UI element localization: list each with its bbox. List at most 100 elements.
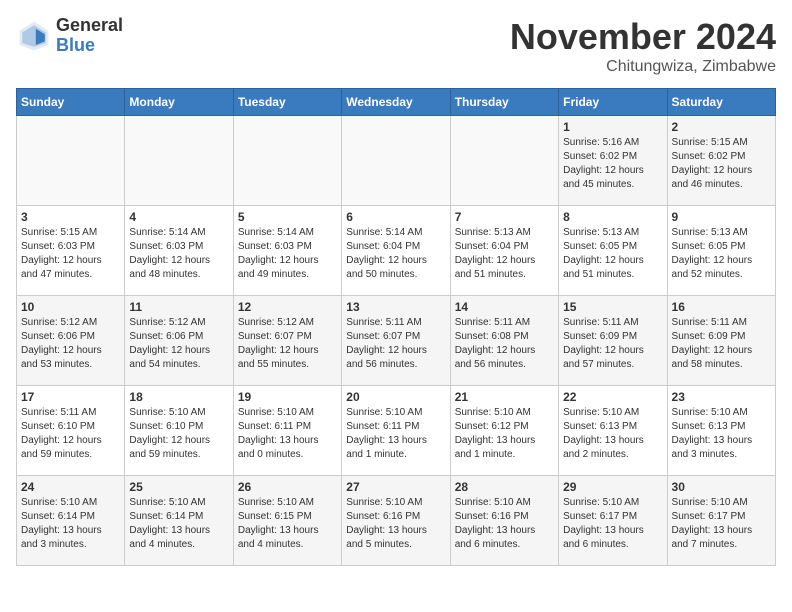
- day-number: 4: [129, 210, 228, 224]
- day-number: 28: [455, 480, 554, 494]
- calendar-cell: [233, 116, 341, 206]
- page-header: General Blue November 2024 Chitungwiza, …: [16, 16, 776, 76]
- week-row-5: 24Sunrise: 5:10 AM Sunset: 6:14 PM Dayli…: [17, 476, 776, 566]
- cell-info: Sunrise: 5:13 AM Sunset: 6:05 PM Dayligh…: [672, 226, 771, 282]
- cell-info: Sunrise: 5:10 AM Sunset: 6:17 PM Dayligh…: [563, 496, 662, 552]
- day-number: 2: [672, 120, 771, 134]
- day-number: 22: [563, 390, 662, 404]
- calendar-cell: 11 Sunrise: 5:12 AM Sunset: 6:06 PM Dayli…: [125, 296, 233, 386]
- cell-info: Sunrise: 5:10 AM Sunset: 6:15 PM Dayligh…: [238, 496, 337, 552]
- calendar-cell: [125, 116, 233, 206]
- calendar-cell: [450, 116, 558, 206]
- day-number: 12: [238, 300, 337, 314]
- column-header-friday: Friday: [559, 89, 667, 116]
- cell-info: Sunrise: 5:12 AM Sunset: 6:06 PM Dayligh…: [21, 316, 120, 372]
- day-number: 5: [238, 210, 337, 224]
- cell-info: Sunrise: 5:13 AM Sunset: 6:04 PM Dayligh…: [455, 226, 554, 282]
- cell-info: Sunrise: 5:12 AM Sunset: 6:06 PM Dayligh…: [129, 316, 228, 372]
- logo: General Blue: [16, 16, 123, 56]
- cell-info: Sunrise: 5:10 AM Sunset: 6:14 PM Dayligh…: [21, 496, 120, 552]
- cell-info: Sunrise: 5:10 AM Sunset: 6:11 PM Dayligh…: [238, 406, 337, 462]
- day-number: 11: [129, 300, 228, 314]
- calendar-cell: 4Sunrise: 5:14 AM Sunset: 6:03 PM Daylig…: [125, 206, 233, 296]
- day-number: 17: [21, 390, 120, 404]
- day-number: 20: [346, 390, 445, 404]
- calendar-cell: 30 Sunrise: 5:10 AM Sunset: 6:17 PM Dayli…: [667, 476, 775, 566]
- day-number: 25: [129, 480, 228, 494]
- cell-info: Sunrise: 5:10 AM Sunset: 6:17 PM Dayligh…: [672, 496, 771, 552]
- calendar-cell: 20 Sunrise: 5:10 AM Sunset: 6:11 PM Dayli…: [342, 386, 450, 476]
- cell-info: Sunrise: 5:10 AM Sunset: 6:14 PM Dayligh…: [129, 496, 228, 552]
- week-row-1: 1 Sunrise: 5:16 AM Sunset: 6:02 PM Daylig…: [17, 116, 776, 206]
- calendar-cell: 21Sunrise: 5:10 AM Sunset: 6:12 PM Dayli…: [450, 386, 558, 476]
- cell-info: Sunrise: 5:14 AM Sunset: 6:03 PM Dayligh…: [238, 226, 337, 282]
- day-number: 1: [563, 120, 662, 134]
- week-row-3: 10 Sunrise: 5:12 AM Sunset: 6:06 PM Dayli…: [17, 296, 776, 386]
- calendar-cell: 2Sunrise: 5:15 AM Sunset: 6:02 PM Daylig…: [667, 116, 775, 206]
- calendar-cell: 3Sunrise: 5:15 AM Sunset: 6:03 PM Daylig…: [17, 206, 125, 296]
- cell-info: Sunrise: 5:15 AM Sunset: 6:03 PM Dayligh…: [21, 226, 120, 282]
- calendar-cell: 1 Sunrise: 5:16 AM Sunset: 6:02 PM Daylig…: [559, 116, 667, 206]
- cell-info: Sunrise: 5:11 AM Sunset: 6:09 PM Dayligh…: [563, 316, 662, 372]
- cell-info: Sunrise: 5:10 AM Sunset: 6:16 PM Dayligh…: [455, 496, 554, 552]
- calendar-cell: 18Sunrise: 5:10 AM Sunset: 6:10 PM Dayli…: [125, 386, 233, 476]
- calendar-cell: 10 Sunrise: 5:12 AM Sunset: 6:06 PM Dayli…: [17, 296, 125, 386]
- calendar-table: SundayMondayTuesdayWednesdayThursdayFrid…: [16, 88, 776, 566]
- cell-info: Sunrise: 5:12 AM Sunset: 6:07 PM Dayligh…: [238, 316, 337, 372]
- cell-info: Sunrise: 5:16 AM Sunset: 6:02 PM Dayligh…: [563, 136, 662, 192]
- day-number: 26: [238, 480, 337, 494]
- day-number: 21: [455, 390, 554, 404]
- calendar-cell: 14Sunrise: 5:11 AM Sunset: 6:08 PM Dayli…: [450, 296, 558, 386]
- calendar-cell: 15 Sunrise: 5:11 AM Sunset: 6:09 PM Dayli…: [559, 296, 667, 386]
- column-header-wednesday: Wednesday: [342, 89, 450, 116]
- cell-info: Sunrise: 5:10 AM Sunset: 6:16 PM Dayligh…: [346, 496, 445, 552]
- calendar-cell: 9 Sunrise: 5:13 AM Sunset: 6:05 PM Daylig…: [667, 206, 775, 296]
- column-header-monday: Monday: [125, 89, 233, 116]
- month-title: November 2024: [510, 16, 776, 58]
- calendar-cell: 22 Sunrise: 5:10 AM Sunset: 6:13 PM Dayli…: [559, 386, 667, 476]
- calendar-cell: 7Sunrise: 5:13 AM Sunset: 6:04 PM Daylig…: [450, 206, 558, 296]
- day-number: 30: [672, 480, 771, 494]
- calendar-cell: 17 Sunrise: 5:11 AM Sunset: 6:10 PM Dayli…: [17, 386, 125, 476]
- calendar-cell: 19Sunrise: 5:10 AM Sunset: 6:11 PM Dayli…: [233, 386, 341, 476]
- calendar-cell: 29 Sunrise: 5:10 AM Sunset: 6:17 PM Dayli…: [559, 476, 667, 566]
- calendar-cell: 12 Sunrise: 5:12 AM Sunset: 6:07 PM Dayli…: [233, 296, 341, 386]
- calendar-cell: 5 Sunrise: 5:14 AM Sunset: 6:03 PM Daylig…: [233, 206, 341, 296]
- calendar-cell: 8 Sunrise: 5:13 AM Sunset: 6:05 PM Daylig…: [559, 206, 667, 296]
- cell-info: Sunrise: 5:11 AM Sunset: 6:09 PM Dayligh…: [672, 316, 771, 372]
- column-header-tuesday: Tuesday: [233, 89, 341, 116]
- calendar-cell: 6 Sunrise: 5:14 AM Sunset: 6:04 PM Daylig…: [342, 206, 450, 296]
- calendar-cell: 23 Sunrise: 5:10 AM Sunset: 6:13 PM Dayli…: [667, 386, 775, 476]
- calendar-cell: 27 Sunrise: 5:10 AM Sunset: 6:16 PM Dayli…: [342, 476, 450, 566]
- cell-info: Sunrise: 5:10 AM Sunset: 6:13 PM Dayligh…: [672, 406, 771, 462]
- day-number: 15: [563, 300, 662, 314]
- day-number: 6: [346, 210, 445, 224]
- calendar-cell: 24Sunrise: 5:10 AM Sunset: 6:14 PM Dayli…: [17, 476, 125, 566]
- header-row: SundayMondayTuesdayWednesdayThursdayFrid…: [17, 89, 776, 116]
- logo-text: General Blue: [56, 16, 123, 56]
- cell-info: Sunrise: 5:10 AM Sunset: 6:11 PM Dayligh…: [346, 406, 445, 462]
- cell-info: Sunrise: 5:11 AM Sunset: 6:07 PM Dayligh…: [346, 316, 445, 372]
- day-number: 10: [21, 300, 120, 314]
- day-number: 29: [563, 480, 662, 494]
- calendar-cell: 26 Sunrise: 5:10 AM Sunset: 6:15 PM Dayli…: [233, 476, 341, 566]
- column-header-sunday: Sunday: [17, 89, 125, 116]
- calendar-cell: 13Sunrise: 5:11 AM Sunset: 6:07 PM Dayli…: [342, 296, 450, 386]
- logo-blue: Blue: [56, 36, 123, 56]
- calendar-cell: 16 Sunrise: 5:11 AM Sunset: 6:09 PM Dayli…: [667, 296, 775, 386]
- cell-info: Sunrise: 5:10 AM Sunset: 6:13 PM Dayligh…: [563, 406, 662, 462]
- day-number: 16: [672, 300, 771, 314]
- day-number: 23: [672, 390, 771, 404]
- column-header-saturday: Saturday: [667, 89, 775, 116]
- day-number: 8: [563, 210, 662, 224]
- cell-info: Sunrise: 5:11 AM Sunset: 6:10 PM Dayligh…: [21, 406, 120, 462]
- day-number: 27: [346, 480, 445, 494]
- title-block: November 2024 Chitungwiza, Zimbabwe: [510, 16, 776, 76]
- calendar-cell: 25 Sunrise: 5:10 AM Sunset: 6:14 PM Dayli…: [125, 476, 233, 566]
- column-header-thursday: Thursday: [450, 89, 558, 116]
- cell-info: Sunrise: 5:13 AM Sunset: 6:05 PM Dayligh…: [563, 226, 662, 282]
- day-number: 9: [672, 210, 771, 224]
- cell-info: Sunrise: 5:14 AM Sunset: 6:04 PM Dayligh…: [346, 226, 445, 282]
- day-number: 14: [455, 300, 554, 314]
- week-row-4: 17 Sunrise: 5:11 AM Sunset: 6:10 PM Dayli…: [17, 386, 776, 476]
